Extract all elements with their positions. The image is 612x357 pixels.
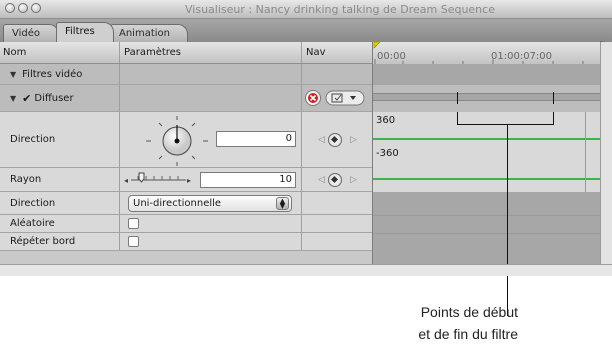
random-checkbox[interactable]: [128, 218, 139, 229]
disclosure-triangle-icon[interactable]: ▼: [10, 94, 16, 103]
reset-icon[interactable]: [305, 90, 321, 106]
repeat-edge-checkbox[interactable]: [128, 236, 139, 247]
tab-animation[interactable]: Animation: [110, 24, 188, 42]
direction-mode-row: Direction Uni-directionnelle ▲ ▼: [0, 192, 372, 215]
minimize-window-button[interactable]: [18, 3, 28, 13]
track-divider: [373, 215, 602, 216]
video-filters-label: Filtres vidéo: [22, 68, 83, 80]
disclosure-triangle-icon[interactable]: ▼: [10, 70, 16, 79]
filter-name-label: Diffuser: [34, 92, 74, 104]
timeline-ruler[interactable]: 00:00 01:00:07:00: [373, 42, 602, 65]
keyframe-nav-radius[interactable]: ◁ ▷: [318, 173, 360, 187]
video-filters-group-row: ▼ Filtres vidéo: [0, 64, 372, 85]
radius-curve-line[interactable]: [373, 178, 602, 180]
direction-label: Direction: [0, 112, 120, 167]
radius-slider[interactable]: ◂ ▸: [124, 169, 194, 191]
column-nav: Nav: [306, 47, 326, 58]
next-keyframe-icon[interactable]: ▷: [350, 175, 357, 185]
curve-min-value: -360: [376, 148, 399, 159]
column-header-row: Nom Paramètres Nav: [0, 42, 372, 64]
timeline-mid-time: 01:00:07:00: [491, 51, 553, 62]
direction-curve-line[interactable]: [373, 138, 602, 140]
filter-out-point-marker[interactable]: [553, 92, 554, 104]
filter-in-point-marker[interactable]: [457, 92, 458, 104]
select-arrows-icon: ▲ ▼: [276, 197, 289, 210]
callout-line-1: Points de début: [420, 304, 518, 320]
direction-mode-label: Direction: [0, 192, 120, 214]
timeline-start-time: 00:00: [377, 51, 406, 62]
viewer-window: Visualiseur : Nancy drinking talking de …: [0, 0, 612, 276]
next-keyframe-icon[interactable]: ▷: [350, 135, 357, 145]
repeat-edge-label: Répéter bord: [0, 233, 120, 250]
vertical-scrollbar[interactable]: [600, 42, 612, 276]
add-keyframe-icon[interactable]: [328, 133, 342, 147]
slider-thumb-icon[interactable]: [138, 172, 145, 183]
radius-label: Rayon: [0, 168, 120, 191]
end-marker-line: [585, 112, 586, 168]
playhead-marker-icon[interactable]: [373, 42, 381, 49]
bottom-scroll-strip[interactable]: [0, 264, 612, 276]
timeline-radius-track[interactable]: [373, 168, 602, 192]
enable-checkbox-icon[interactable]: ✔: [22, 92, 31, 105]
slider-right-arrow-icon[interactable]: ▸: [187, 176, 191, 185]
column-name: Nom: [0, 42, 120, 63]
tab-video[interactable]: Vidéo: [3, 24, 59, 42]
timeline-direction-track[interactable]: 360 -360: [373, 112, 602, 168]
slider-left-arrow-icon[interactable]: ◂: [124, 176, 128, 185]
prev-keyframe-icon[interactable]: ◁: [318, 135, 325, 145]
radius-value-field[interactable]: 10: [200, 172, 296, 188]
callout-leader-line: [507, 168, 508, 192]
direction-param-row: Direction 0 ◁ ▷: [0, 112, 372, 168]
filter-controls: [305, 90, 365, 106]
angle-dial[interactable]: [142, 112, 212, 168]
radius-param-row: Rayon ◂ ▸ 10 ◁ ▷: [0, 168, 372, 192]
close-window-button[interactable]: [5, 3, 15, 13]
callout-leader-line: [507, 124, 508, 168]
filters-panel: Nom Paramètres Nav ▼ Filtres vidéo ▼ ✔ D…: [0, 42, 612, 276]
filter-menu-icon[interactable]: [325, 90, 365, 106]
direction-mode-select[interactable]: Uni-directionnelle ▲ ▼: [128, 195, 292, 212]
track-divider: [373, 233, 602, 234]
column-params: Paramètres: [120, 42, 302, 63]
random-param-row: Aléatoire: [0, 215, 372, 233]
add-keyframe-icon[interactable]: [328, 173, 342, 187]
prev-keyframe-icon[interactable]: ◁: [318, 175, 325, 185]
repeat-edge-param-row: Répéter bord: [0, 233, 372, 251]
random-label: Aléatoire: [0, 215, 120, 232]
window-title: Visualiseur : Nancy drinking talking de …: [185, 3, 495, 16]
curve-max-value: 360: [376, 115, 396, 126]
zoom-window-button[interactable]: [31, 3, 41, 13]
end-marker-line: [585, 168, 586, 192]
bracket-bottom: [457, 124, 554, 125]
keyframe-nav-direction[interactable]: ◁ ▷: [318, 133, 360, 147]
tab-filters[interactable]: Filtres: [56, 22, 114, 42]
timeline-group-track: [373, 64, 602, 85]
direction-value-field[interactable]: 0: [216, 131, 296, 147]
keyframe-timeline[interactable]: 00:00 01:00:07:00 360 -360: [372, 42, 602, 276]
callout-line-2: et de fin du filtre: [418, 326, 518, 342]
direction-mode-value: Uni-directionnelle: [133, 198, 222, 209]
filter-duration-bar[interactable]: [373, 93, 602, 101]
tab-bar: Vidéo Animation Filtres: [0, 19, 612, 59]
timeline-filter-track: [373, 85, 602, 112]
callout-annotation: Points de début et de fin du filtre: [368, 301, 518, 345]
title-bar: Visualiseur : Nancy drinking talking de …: [0, 0, 612, 19]
diffuser-filter-row: ▼ ✔ Diffuser: [0, 85, 372, 112]
ruler-ticks: [373, 42, 584, 64]
